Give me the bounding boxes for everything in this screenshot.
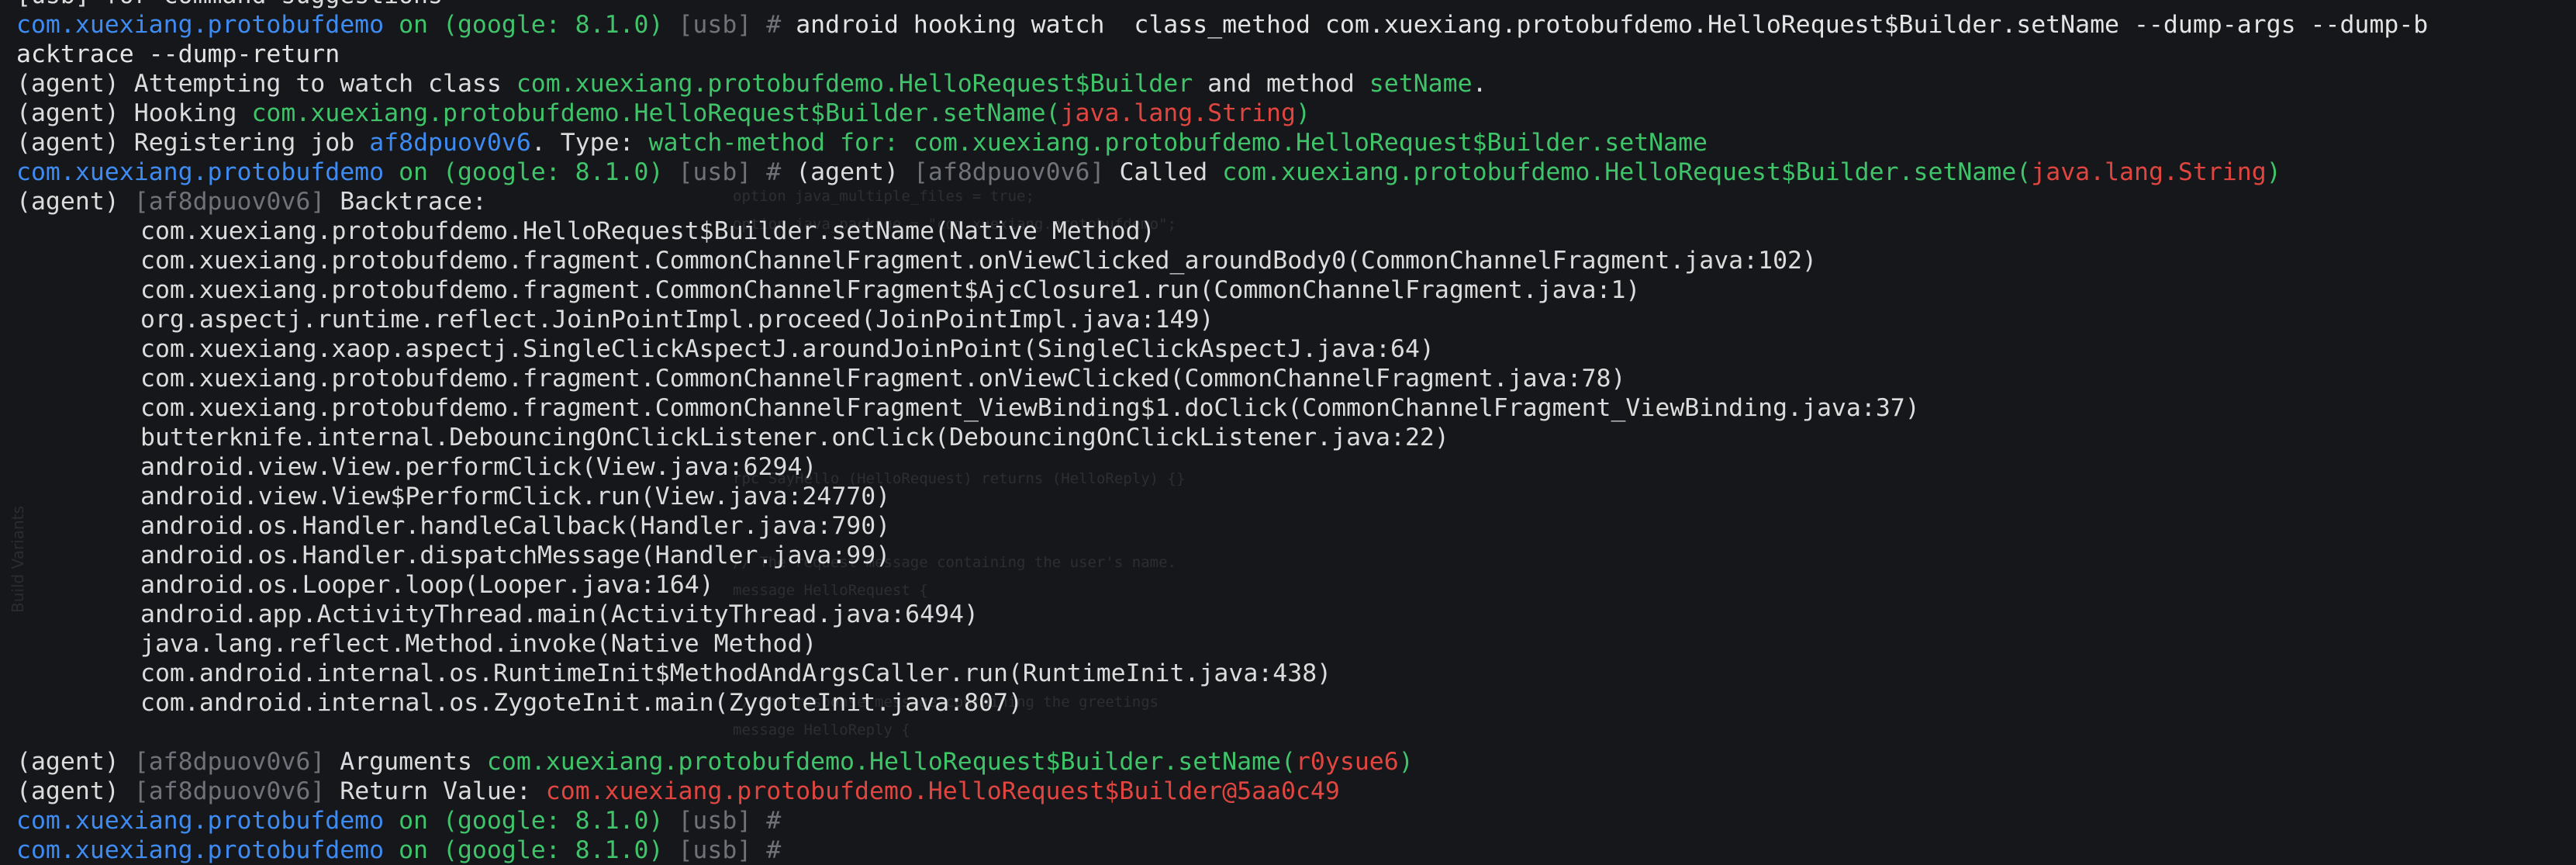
- backtrace-frame: butterknife.internal.DebouncingOnClickLi…: [140, 424, 1449, 452]
- command-text: android hooking watch class_method com.x…: [796, 11, 2429, 39]
- backtrace-frame: android.app.ActivityThread.main(Activity…: [140, 600, 979, 628]
- backtrace-frame: com.xuexiang.protobufdemo.fragment.Commo…: [140, 276, 1641, 304]
- backtrace-frame: com.xuexiang.protobufdemo.HelloRequest$B…: [140, 217, 1155, 245]
- backtrace-frame: com.xuexiang.protobufdemo.fragment.Commo…: [140, 247, 1817, 275]
- partial-bottom-line: com.xuexiang.protobufdemo on (google: 8.…: [16, 836, 782, 864]
- partial-top-line: [usb] for command suggestions: [16, 0, 2576, 10]
- agent-register-line: (agent) Registering job af8dpuov0v6. Typ…: [16, 129, 1708, 157]
- backtrace-frame: com.android.internal.os.ZygoteInit.main(…: [140, 689, 1023, 717]
- backtrace-frame: com.xuexiang.protobufdemo.fragment.Commo…: [140, 365, 1626, 393]
- backtrace-frame: java.lang.reflect.Method.invoke(Native M…: [140, 630, 817, 658]
- command-line-wrap: acktrace --dump-return: [16, 40, 340, 68]
- prompt-line[interactable]: com.xuexiang.protobufdemo on (google: 8.…: [16, 806, 2576, 836]
- agent-hooking-line: (agent) Hooking com.xuexiang.protobufdem…: [16, 99, 1310, 127]
- backtrace-header: (agent) [af8dpuov0v6] Backtrace:: [16, 188, 487, 216]
- backtrace-frame: com.xuexiang.xaop.aspectj.SingleClickAsp…: [140, 335, 1435, 363]
- called-line: com.xuexiang.protobufdemo on (google: 8.…: [16, 158, 2281, 186]
- backtrace-frame: android.os.Handler.dispatchMessage(Handl…: [140, 541, 891, 569]
- backtrace-frame: android.view.View.performClick(View.java…: [140, 453, 817, 481]
- arguments-line: (agent) [af8dpuov0v6] Arguments com.xuex…: [16, 748, 1414, 776]
- backtrace-frame: android.os.Looper.loop(Looper.java:164): [140, 571, 714, 599]
- backtrace-frame: android.view.View$PerformClick.run(View.…: [140, 483, 891, 510]
- terminal-output[interactable]: [usb] for command suggestions com.xuexia…: [0, 0, 2576, 864]
- command-line: com.xuexiang.protobufdemo on (google: 8.…: [16, 11, 2429, 39]
- backtrace-frame: org.aspectj.runtime.reflect.JoinPointImp…: [140, 306, 1214, 334]
- prompt-package: com.xuexiang.protobufdemo: [16, 11, 385, 39]
- backtrace-frame: com.android.internal.os.RuntimeInit$Meth…: [140, 659, 1332, 687]
- agent-watch-line: (agent) Attempting to watch class com.xu…: [16, 70, 1487, 98]
- return-value-line: (agent) [af8dpuov0v6] Return Value: com.…: [16, 777, 1340, 805]
- backtrace-frame: android.os.Handler.handleCallback(Handle…: [140, 512, 891, 540]
- backtrace-frame: com.xuexiang.protobufdemo.fragment.Commo…: [140, 394, 1920, 422]
